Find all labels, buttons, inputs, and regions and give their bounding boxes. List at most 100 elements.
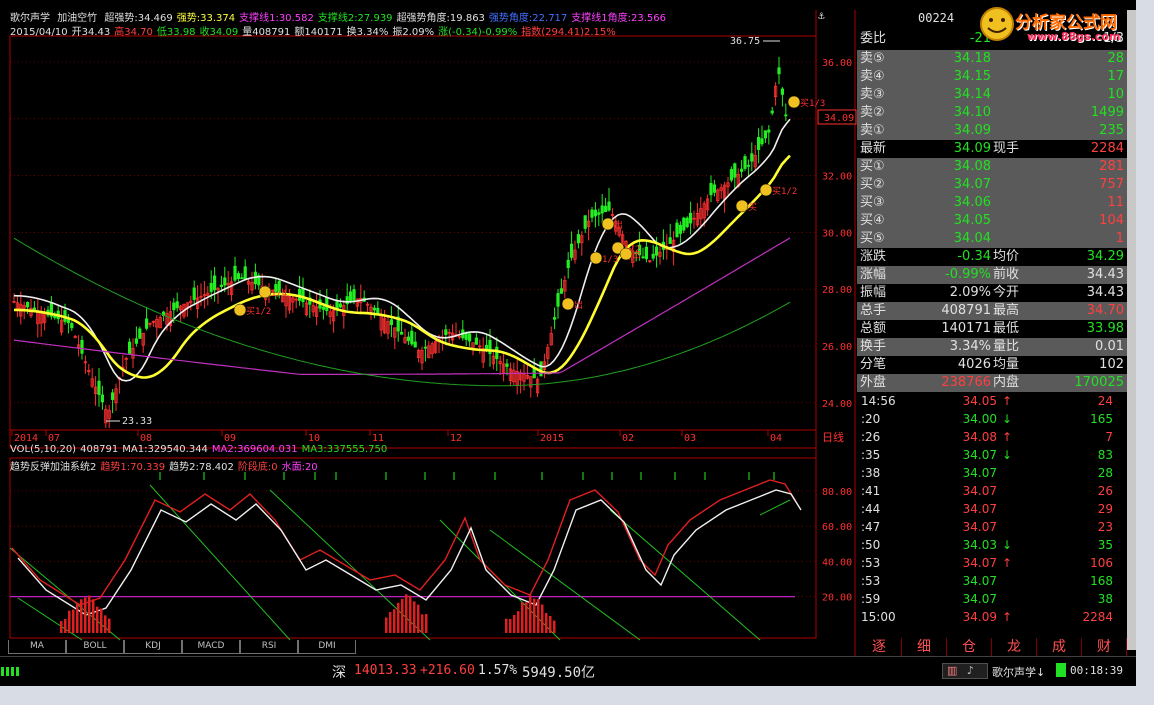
- ohlc-item: 低33.98: [156, 27, 196, 38]
- quote-value-2: 2284: [1090, 141, 1124, 156]
- quote-value-2: 17: [1107, 69, 1124, 84]
- signal-marker[interactable]: [787, 95, 801, 109]
- quote-tab[interactable]: 龙: [992, 638, 1037, 656]
- signal-marker[interactable]: [589, 251, 603, 265]
- quote-value: 34.09: [953, 123, 991, 138]
- candle-body: [576, 234, 581, 244]
- tick-price: 34.07: [962, 574, 997, 588]
- oscillator-item: 趋势2:78.402: [169, 462, 234, 473]
- candle-body: [556, 293, 560, 307]
- sound-icon[interactable]: ♪: [967, 664, 974, 677]
- bid-row: 买② 34.07 757: [857, 176, 1127, 194]
- stat-row: 涨跌 -0.34 均价 34.29: [857, 248, 1127, 266]
- candle-body: [321, 306, 326, 310]
- stage-bottom-bar: [417, 604, 420, 633]
- signal-marker[interactable]: [759, 183, 773, 197]
- signal-marker[interactable]: [561, 297, 575, 311]
- candle-body: [240, 277, 244, 280]
- oscillator-item: 阶段底:0: [237, 462, 278, 473]
- indicator-tab[interactable]: MACD: [182, 640, 240, 654]
- date-tick: 09: [224, 433, 236, 444]
- ohlc-item: 涨(-0.34)-0.99%: [438, 27, 518, 38]
- osc-tick: 80.00: [822, 487, 852, 498]
- volume-item: MA1:329540.344: [122, 444, 208, 455]
- ohlc-item: 振2.09%: [392, 27, 435, 38]
- stage-bottom-bar: [509, 619, 512, 633]
- candle-body: [134, 338, 138, 344]
- quote-value: 34.04: [953, 231, 991, 246]
- candle-body: [685, 217, 689, 228]
- indicator-tab[interactable]: DMI: [298, 640, 356, 654]
- candle-body: [144, 318, 149, 329]
- oscillator-item: 趋势1:70.339: [100, 462, 166, 473]
- chart-icon[interactable]: ▥: [947, 664, 957, 677]
- indicator-tab[interactable]: KDJ: [124, 640, 182, 654]
- stage-bottom-bar: [397, 602, 400, 633]
- signal-marker[interactable]: [601, 217, 615, 231]
- quote-value: 34.08: [953, 159, 991, 174]
- date-tick: 12: [450, 433, 462, 444]
- quote-label: 振幅: [860, 285, 887, 300]
- candle-body: [236, 273, 240, 279]
- quote-label: 买③: [860, 195, 885, 210]
- candle-body: [100, 394, 104, 403]
- candle-body: [495, 346, 499, 360]
- quote-tab[interactable]: 仓: [947, 638, 992, 656]
- volume-item: MA2:369604.031: [211, 444, 298, 455]
- candle-body: [399, 331, 404, 335]
- tick-time: :20: [861, 412, 881, 426]
- candle-body: [641, 256, 645, 259]
- ask-row: 卖⑤ 34.18 28: [857, 50, 1127, 68]
- tick-volume: 165: [1090, 412, 1113, 426]
- candle-body: [25, 302, 30, 308]
- quote-tab[interactable]: 财: [1082, 638, 1127, 656]
- quote-value: 408791: [941, 303, 991, 318]
- candle-body: [376, 307, 380, 314]
- signal-marker[interactable]: [258, 285, 272, 299]
- candle-body: [780, 88, 785, 95]
- price-tick: 24.00: [822, 399, 852, 410]
- volume-info: VOL(5,10,20) 408791 MA1:329540.344 MA2:3696…: [10, 444, 810, 455]
- indicator-tab[interactable]: RSI: [240, 640, 298, 654]
- candle-body: [301, 288, 305, 303]
- osc-tick: 20.00: [822, 593, 852, 604]
- tick-time: :41: [861, 484, 881, 498]
- turnover-amount: 5949.50亿: [522, 665, 596, 681]
- tick-price: 34.07: [962, 556, 997, 570]
- stage-bottom-bar: [96, 606, 99, 633]
- signal-marker[interactable]: [619, 247, 633, 261]
- quote-tab[interactable]: 成: [1037, 638, 1082, 656]
- tick-price: 34.00: [962, 412, 997, 426]
- candle-body: [668, 237, 672, 244]
- candle-body: [597, 212, 601, 215]
- quote-tab[interactable]: 细: [902, 638, 947, 656]
- quote-value: 140171: [941, 321, 991, 336]
- signal-marker[interactable]: [735, 199, 749, 213]
- stat-row: 换手 3.34% 量比 0.01: [857, 338, 1127, 356]
- quote-tab[interactable]: 逐: [857, 638, 902, 656]
- candle-body: [682, 217, 686, 231]
- lock-icon[interactable]: ⚓: [818, 9, 825, 22]
- bid-row: 买① 34.08 281: [857, 158, 1127, 176]
- quote-label: 分笔: [860, 357, 887, 372]
- right-scrollbar[interactable]: [1127, 10, 1136, 650]
- low-price-label: 23.33: [122, 416, 152, 427]
- date-tick: 08: [140, 433, 152, 444]
- stage-bottom-bar: [401, 598, 404, 633]
- quote-value-2: 34.70: [1086, 303, 1124, 318]
- signal-marker[interactable]: [233, 303, 247, 317]
- indicator-tab[interactable]: MA: [8, 640, 66, 654]
- period-label: 日线: [822, 430, 844, 444]
- stage-bottom-bar: [553, 620, 556, 633]
- quote-label: 卖⑤: [860, 51, 885, 66]
- indicator-tab[interactable]: BOLL: [66, 640, 124, 654]
- candle-body: [212, 275, 217, 291]
- tick-volume: 24: [1097, 394, 1113, 408]
- candle-body: [80, 339, 84, 354]
- status-icons[interactable]: ▥ ♪: [942, 663, 988, 679]
- signal-label: 买1/2: [772, 186, 797, 197]
- ask-row: 卖④ 34.15 17: [857, 68, 1127, 86]
- tick-time: 15:00: [861, 610, 896, 624]
- tick-volume: 23: [1097, 520, 1113, 534]
- quote-value-2: 34.29: [1086, 249, 1124, 264]
